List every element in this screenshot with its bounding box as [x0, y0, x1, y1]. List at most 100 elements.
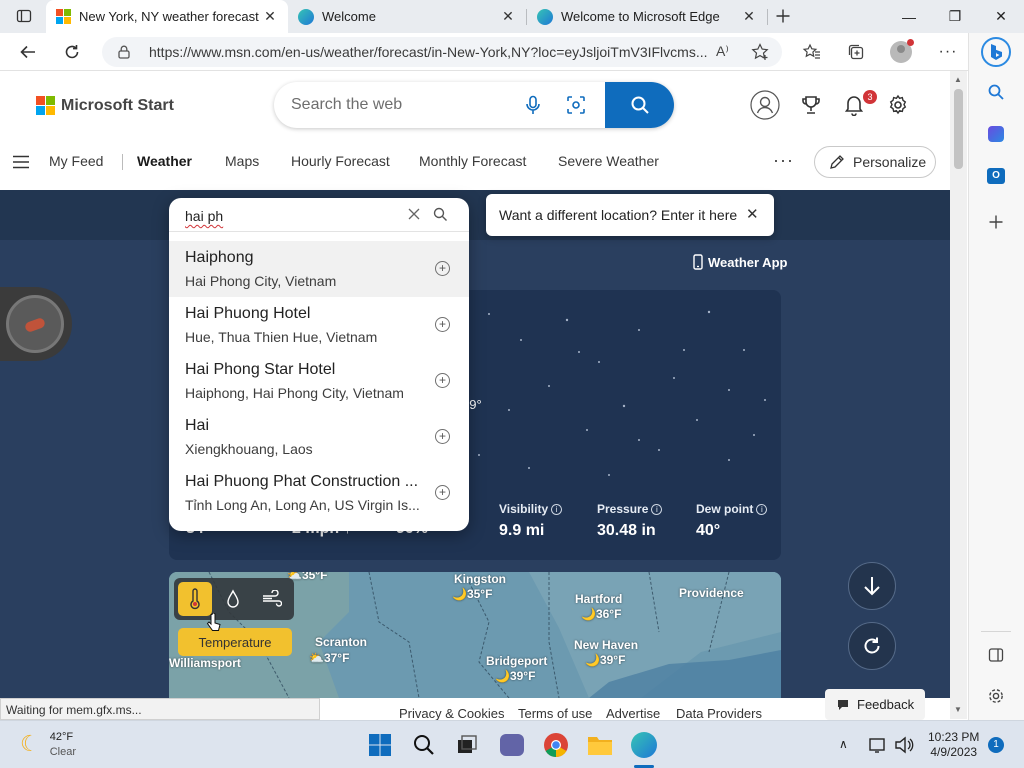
minimize-icon[interactable]: — [886, 0, 932, 33]
profile-avatar[interactable] [887, 38, 915, 66]
personalize-button[interactable]: Personalize [814, 146, 936, 178]
add-location-icon[interactable]: + [435, 485, 450, 500]
scroll-up-icon[interactable]: ▲ [954, 75, 962, 84]
collections-icon[interactable] [842, 38, 870, 66]
close-tab-icon[interactable]: ✕ [741, 8, 757, 25]
clear-search-icon[interactable] [408, 208, 420, 220]
refresh-content-button[interactable] [848, 622, 896, 670]
search-button[interactable] [605, 82, 674, 128]
info-icon[interactable]: i [651, 503, 663, 515]
tab-welcome[interactable]: Welcome ✕ [288, 0, 526, 33]
microphone-icon[interactable] [524, 95, 542, 115]
office-icon[interactable] [983, 121, 1009, 147]
personalize-label: Personalize [853, 154, 927, 170]
add-location-icon[interactable]: + [435, 317, 450, 332]
windows-start-icon[interactable] [364, 729, 396, 761]
hide-sidebar-icon[interactable] [983, 642, 1009, 668]
bing-chat-icon[interactable] [981, 37, 1011, 67]
close-hint-icon[interactable]: ✕ [746, 205, 759, 223]
gear-icon[interactable] [882, 89, 914, 121]
rewards-trophy-icon[interactable] [795, 89, 827, 121]
close-window-icon[interactable]: ✕ [978, 0, 1024, 33]
nav-more-button[interactable]: ··· [773, 150, 794, 171]
nav-item-hourly-forecast[interactable]: Hourly Forecast [291, 153, 390, 169]
footer-link-advertise[interactable]: Advertise [606, 706, 660, 721]
page-scrollbar[interactable]: ▲ ▼ [950, 71, 967, 719]
read-aloud-icon[interactable]: A⁾ [716, 43, 729, 60]
feedback-button[interactable]: Feedback [825, 689, 925, 720]
suggestion-name: Hai Phuong Phat Construction ... [185, 473, 419, 490]
search-sidebar-icon[interactable] [983, 79, 1009, 105]
add-favorite-icon[interactable] [750, 42, 770, 62]
add-location-icon[interactable]: + [435, 429, 450, 444]
restore-icon[interactable]: ❐ [932, 0, 978, 33]
info-icon[interactable]: i [756, 503, 768, 515]
hamburger-menu-icon[interactable] [12, 155, 30, 169]
url-field[interactable]: https://www.msn.com/en-us/weather/foreca… [102, 37, 782, 67]
volume-icon[interactable] [894, 736, 914, 754]
settings-more-icon[interactable]: ··· [934, 38, 962, 66]
scroll-thumb[interactable] [954, 89, 963, 169]
floating-widget[interactable] [0, 287, 72, 361]
taskbar-clock[interactable]: 10:23 PM 4/9/2023 [928, 730, 979, 760]
web-search-box[interactable]: Search the web [274, 82, 674, 128]
chrome-icon[interactable] [540, 729, 572, 761]
taskbar-weather-widget[interactable]: ☾ 42°F Clear [20, 730, 76, 760]
network-icon[interactable] [868, 736, 888, 754]
suggestion-item[interactable]: Hai Xiengkhouang, Laos + [169, 409, 469, 465]
tab-weather[interactable]: New York, NY weather forecast | M ✕ [46, 0, 288, 33]
refresh-icon[interactable] [58, 38, 86, 66]
chevron-up-icon[interactable]: ∧ [839, 737, 848, 751]
new-tab-icon[interactable] [769, 2, 797, 30]
add-location-icon[interactable]: + [435, 373, 450, 388]
stat-dew-point: Dew point i 40° [696, 502, 768, 540]
wind-layer-button[interactable] [262, 590, 282, 608]
footer-link-data-providers[interactable]: Data Providers [676, 706, 762, 721]
info-icon[interactable]: i [551, 503, 563, 515]
precipitation-layer-button[interactable] [226, 589, 240, 609]
suggestion-item[interactable]: Hai Phong Star Hotel Haiphong, Hai Phong… [169, 353, 469, 409]
nav-item-severe-weather[interactable]: Severe Weather [558, 153, 659, 169]
outlook-icon[interactable]: O [983, 163, 1009, 189]
visual-search-icon[interactable] [566, 95, 586, 115]
task-view-icon[interactable] [451, 729, 483, 761]
nav-item-my-feed[interactable]: My Feed [49, 153, 103, 169]
suggestion-item[interactable]: Hai Phuong Phat Construction ... Tỉnh Lo… [169, 465, 469, 521]
weather-app-link[interactable]: Weather App [693, 254, 787, 270]
suggestion-item[interactable]: Haiphong Hai Phong City, Vietnam + [169, 241, 469, 297]
scroll-down-button[interactable] [848, 562, 896, 610]
account-icon[interactable] [749, 89, 781, 121]
scroll-down-icon[interactable]: ▼ [954, 705, 962, 714]
add-location-icon[interactable]: + [435, 261, 450, 276]
temperature-layer-button[interactable] [178, 582, 212, 616]
tab-welcome-edge[interactable]: Welcome to Microsoft Edge ✕ [527, 0, 767, 33]
teams-chat-icon[interactable] [496, 729, 528, 761]
search-icon[interactable] [433, 207, 448, 222]
location-query[interactable]: hai ph [185, 208, 223, 224]
map-city-temp: ⛅37°F [309, 651, 350, 665]
location-search-input[interactable]: hai ph [169, 198, 469, 232]
close-tab-icon[interactable]: ✕ [262, 8, 278, 25]
favorites-icon[interactable] [798, 38, 826, 66]
microsoft-start-logo[interactable]: Microsoft Start [36, 96, 174, 115]
msn-favicon-icon [56, 9, 71, 24]
file-explorer-icon[interactable] [584, 729, 616, 761]
back-icon[interactable] [14, 38, 42, 66]
suggestion-name: Hai [185, 417, 210, 434]
search-input[interactable]: Search the web [291, 96, 402, 114]
close-tab-icon[interactable]: ✕ [500, 8, 516, 25]
nav-item-monthly-forecast[interactable]: Monthly Forecast [419, 153, 526, 169]
footer-link-terms[interactable]: Terms of use [518, 706, 592, 721]
sidebar-settings-icon[interactable] [983, 683, 1009, 709]
taskbar-search-icon[interactable] [408, 729, 440, 761]
edge-taskbar-icon[interactable] [628, 729, 660, 761]
nav-item-weather[interactable]: Weather [137, 153, 192, 169]
lock-icon[interactable] [118, 45, 130, 59]
suggestion-item[interactable]: Hai Phuong Hotel Hue, Thua Thien Hue, Vi… [169, 297, 469, 353]
location-hint-text: Want a different location? Enter it here [499, 207, 738, 223]
footer-link-privacy[interactable]: Privacy & Cookies [399, 706, 504, 721]
notification-center-badge[interactable]: 1 [988, 737, 1004, 753]
nav-item-maps[interactable]: Maps [225, 153, 259, 169]
add-sidebar-icon[interactable] [983, 209, 1009, 235]
tab-actions-icon[interactable] [10, 2, 38, 30]
